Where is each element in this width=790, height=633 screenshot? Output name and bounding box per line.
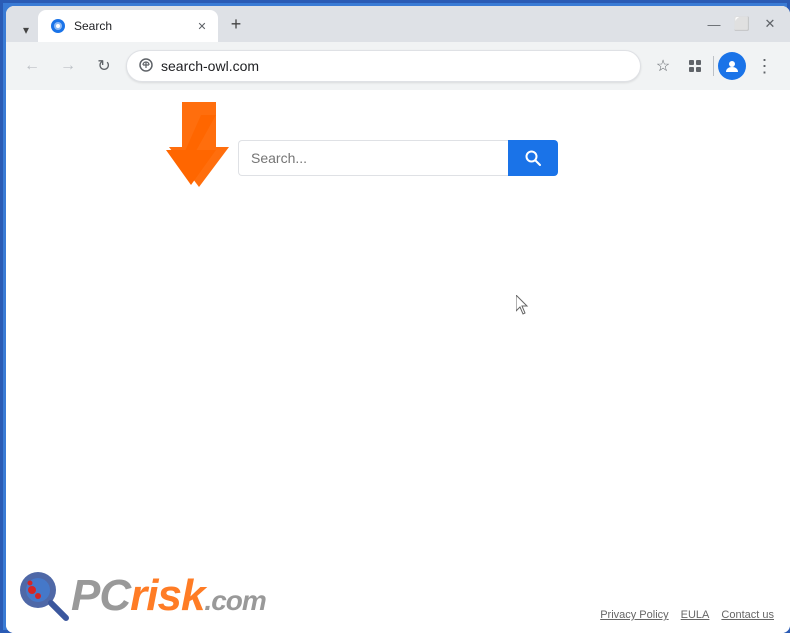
pcrisk-pc: PCrisk.com bbox=[71, 571, 266, 621]
arrow-annotation bbox=[146, 105, 236, 195]
tab-close-button[interactable]: ✕ bbox=[194, 18, 210, 34]
search-input[interactable] bbox=[238, 140, 508, 176]
refresh-button[interactable]: ↻ bbox=[90, 52, 118, 80]
browser-window: ▾ Search ✕ + — ⬜ ✕ ← → ↻ bbox=[6, 6, 790, 633]
orange-arrow bbox=[154, 102, 229, 192]
bookmark-button[interactable]: ☆ bbox=[649, 52, 677, 80]
pcrisk-logo bbox=[16, 568, 71, 623]
mouse-cursor bbox=[516, 295, 532, 315]
minimize-button[interactable]: — bbox=[702, 12, 726, 36]
privacy-policy-link[interactable]: Privacy Policy bbox=[600, 609, 668, 621]
search-icon bbox=[525, 150, 541, 166]
tab-title: Search bbox=[74, 19, 186, 33]
tab-bar: ▾ Search ✕ + — ⬜ ✕ bbox=[6, 6, 790, 42]
footer-links: Privacy Policy EULA Contact us bbox=[600, 609, 774, 621]
search-button[interactable] bbox=[508, 140, 558, 176]
close-button[interactable]: ✕ bbox=[758, 12, 782, 36]
forward-button[interactable]: → bbox=[54, 52, 82, 80]
contact-us-link[interactable]: Contact us bbox=[721, 609, 774, 621]
page-content: PCrisk.com Privacy Policy EULA Contact u… bbox=[6, 90, 790, 633]
tab-favicon bbox=[50, 18, 66, 34]
divider bbox=[713, 56, 714, 76]
back-button[interactable]: ← bbox=[18, 52, 46, 80]
new-tab-button[interactable]: + bbox=[222, 10, 250, 38]
extensions-button[interactable] bbox=[681, 52, 709, 80]
pcrisk-brand-text: PCrisk.com bbox=[71, 571, 266, 621]
window-controls: — ⬜ ✕ bbox=[702, 12, 782, 36]
tab-list-button[interactable]: ▾ bbox=[14, 18, 38, 42]
tab-list-icon: ▾ bbox=[23, 23, 29, 37]
address-input-wrapper[interactable] bbox=[126, 50, 641, 82]
address-bar-actions: ☆ ⋮ bbox=[649, 52, 778, 80]
menu-button[interactable]: ⋮ bbox=[750, 52, 778, 80]
security-icon bbox=[139, 58, 153, 75]
eula-link[interactable]: EULA bbox=[681, 609, 710, 621]
maximize-button[interactable]: ⬜ bbox=[730, 12, 754, 36]
profile-button[interactable] bbox=[718, 52, 746, 80]
pcrisk-watermark: PCrisk.com bbox=[16, 568, 266, 623]
address-bar: ← → ↻ ☆ bbox=[6, 42, 790, 90]
active-tab[interactable]: Search ✕ bbox=[38, 10, 218, 42]
search-area bbox=[238, 140, 558, 176]
address-input[interactable] bbox=[161, 58, 628, 74]
